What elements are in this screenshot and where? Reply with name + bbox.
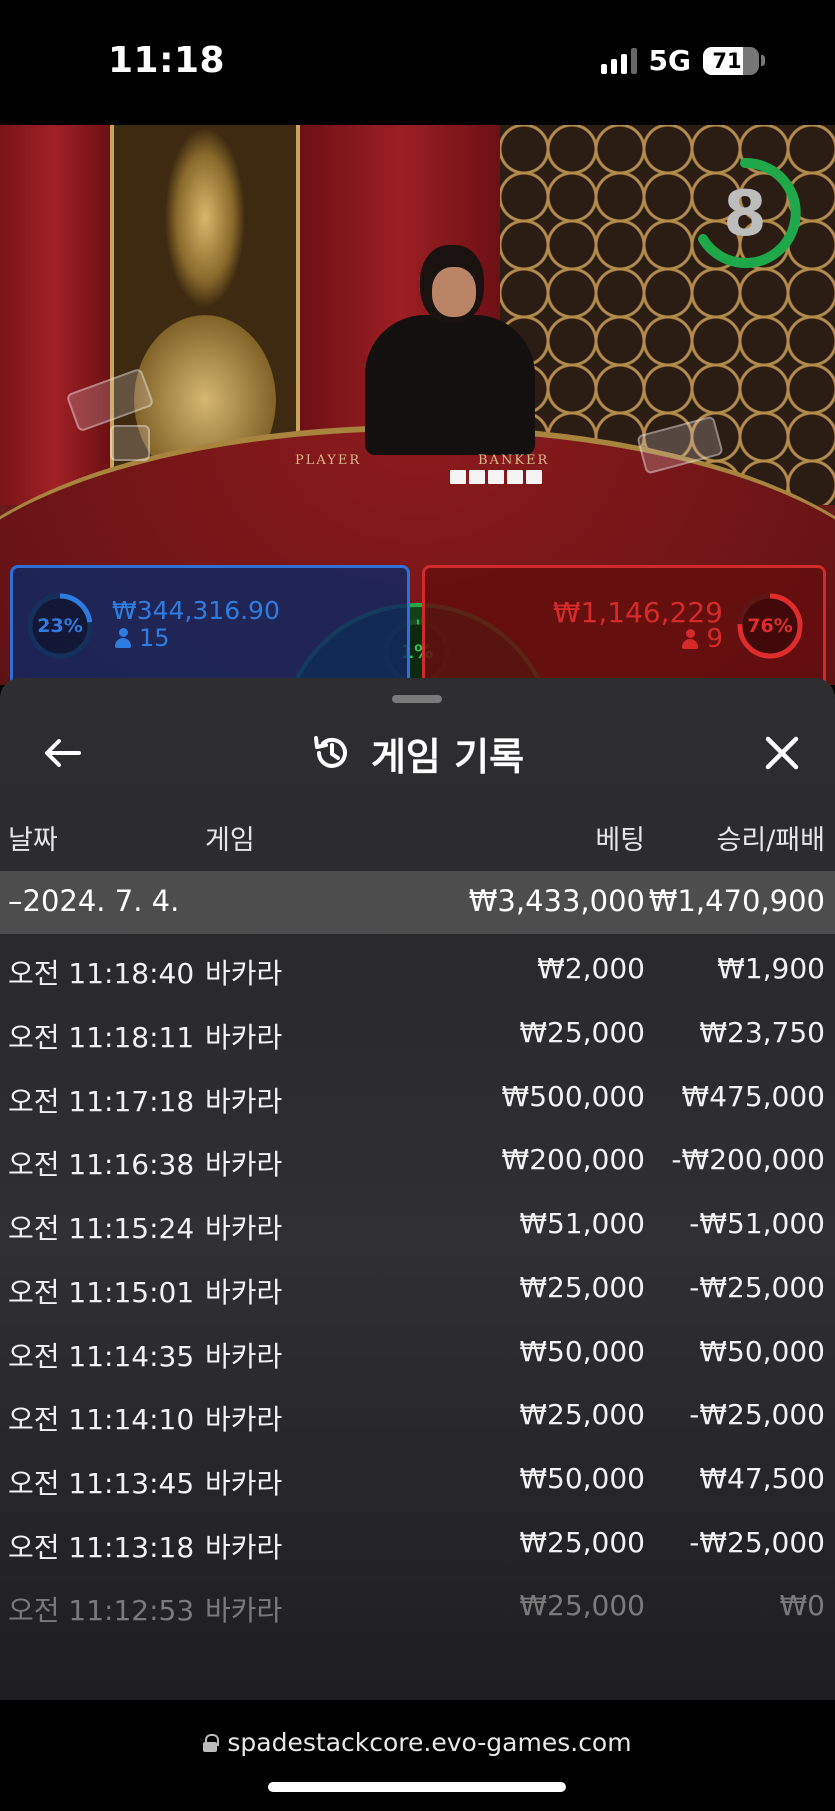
row-game: 바카라 [205, 1594, 283, 1627]
row-game: 바카라 [205, 957, 283, 990]
history-row[interactable]: 오전 11:14:35 바카라 ₩50,000 ₩50,000 [0, 1321, 835, 1384]
player-bettor-count: 15 [115, 624, 170, 652]
row-result: ₩23,750 [699, 1016, 825, 1049]
row-bet: ₩2,000 [537, 952, 645, 985]
history-row[interactable]: 오전 11:16:38 바카라 ₩200,000 -₩200,000 [0, 1129, 835, 1192]
banker-percent-ring: 76% [734, 590, 806, 662]
person-icon [115, 628, 131, 648]
status-bar: 11:18 5G 71 [0, 0, 835, 125]
row-game: 바카라 [205, 1212, 283, 1245]
row-bet: ₩50,000 [519, 1462, 645, 1495]
player-area-label: PLAYER [295, 453, 362, 468]
row-time: 오전 11:14:10 [8, 1403, 195, 1436]
row-result: -₩51,000 [689, 1207, 825, 1240]
row-result: -₩25,000 [689, 1526, 825, 1559]
history-row[interactable]: 오전 11:15:24 바카라 ₩51,000 -₩51,000 [0, 1193, 835, 1256]
banker-percent: 76% [747, 615, 793, 637]
history-row[interactable]: 오전 11:14:10 바카라 ₩25,000 -₩25,000 [0, 1384, 835, 1447]
battery-icon: 71 [703, 46, 759, 75]
row-bet: ₩25,000 [519, 1271, 645, 1304]
row-result: ₩47,500 [699, 1462, 825, 1495]
row-bet: ₩25,000 [519, 1016, 645, 1049]
player-bettors: 15 [139, 624, 170, 652]
dealer [365, 245, 535, 455]
row-time: 오전 11:18:40 [8, 957, 195, 990]
row-result: ₩1,900 [717, 952, 825, 985]
row-time: 오전 11:15:24 [8, 1212, 195, 1245]
history-row[interactable]: 오전 11:15:01 바카라 ₩25,000 -₩25,000 [0, 1257, 835, 1320]
history-row[interactable]: 오전 11:18:11 바카라 ₩25,000 ₩23,750 [0, 1002, 835, 1065]
history-clock-icon [313, 736, 347, 768]
home-indicator[interactable] [268, 1782, 566, 1792]
row-time: 오전 11:12:53 [8, 1594, 195, 1627]
browser-bottom-bar: spadestackcore.evo-games.com [0, 1700, 835, 1811]
column-header-game: 게임 [205, 825, 255, 856]
banker-area-label: BANKER [478, 453, 550, 468]
date-group-total-bet: ₩3,433,000 [468, 884, 645, 918]
sheet-title-text: 게임 기록 [370, 734, 525, 779]
row-bet: ₩25,000 [519, 1589, 645, 1622]
row-result: -₩200,000 [671, 1143, 825, 1176]
row-result: ₩50,000 [699, 1335, 825, 1368]
history-row[interactable]: 오전 11:13:18 바카라 ₩25,000 -₩25,000 [0, 1512, 835, 1575]
row-time: 오전 11:17:18 [8, 1085, 195, 1118]
player-bet-total: ₩344,316.90 [112, 596, 280, 625]
person-icon [682, 629, 699, 649]
cellular-signal-icon [600, 47, 637, 74]
row-result: ₩475,000 [681, 1080, 825, 1113]
column-header-result: 승리/패배 [716, 825, 825, 856]
row-bet: ₩51,000 [519, 1207, 645, 1240]
row-game: 바카라 [205, 1148, 283, 1181]
row-time: 오전 11:18:11 [8, 1021, 195, 1054]
sheet-title: 게임 기록 [0, 718, 835, 788]
date-group-label: –2024. 7. 4. [8, 884, 180, 918]
row-time: 오전 11:14:35 [8, 1340, 195, 1373]
history-row[interactable]: 오전 11:18:40 바카라 ₩2,000 ₩1,900 [0, 938, 835, 1001]
status-time: 11:18 [108, 40, 226, 81]
history-row[interactable]: 오전 11:17:18 바카라 ₩500,000 ₩475,000 [0, 1066, 835, 1129]
date-group-row[interactable]: –2024. 7. 4. ₩3,433,000 ₩1,470,900 [0, 871, 835, 934]
history-row[interactable]: 오전 11:13:45 바카라 ₩50,000 ₩47,500 [0, 1448, 835, 1511]
column-header-bet: 베팅 [595, 825, 645, 856]
row-game: 바카라 [205, 1021, 283, 1054]
close-button[interactable] [757, 728, 807, 778]
row-time: 오전 11:13:18 [8, 1531, 195, 1564]
status-indicators: 5G 71 [600, 44, 765, 77]
row-game: 바카라 [205, 1403, 283, 1436]
sheet-grabber[interactable] [392, 695, 442, 703]
battery-percent: 71 [712, 48, 742, 73]
row-bet: ₩500,000 [501, 1080, 645, 1113]
row-time: 오전 11:13:45 [8, 1467, 195, 1500]
row-game: 바카라 [205, 1467, 283, 1500]
countdown-value: 8 [723, 176, 767, 250]
row-game: 바카라 [205, 1531, 283, 1564]
row-time: 오전 11:16:38 [8, 1148, 195, 1181]
row-bet: ₩50,000 [519, 1335, 645, 1368]
history-row[interactable]: 오전 11:12:53 바카라 ₩25,000 ₩0 [0, 1575, 835, 1638]
column-header-date: 날짜 [8, 825, 58, 856]
row-bet: ₩25,000 [519, 1398, 645, 1431]
url-text: spadestackcore.evo-games.com [227, 1728, 632, 1757]
close-icon [765, 736, 799, 770]
banker-bettor-count: 9 [682, 624, 723, 654]
row-result: -₩25,000 [689, 1398, 825, 1431]
network-label: 5G [648, 44, 691, 77]
game-history-sheet: 게임 기록 날짜 게임 베팅 승리/패배 –2024. 7. 4. ₩3,433… [0, 678, 835, 1700]
banker-bettors: 9 [706, 624, 723, 654]
date-group-total-result: ₩1,470,900 [648, 884, 825, 918]
row-game: 바카라 [205, 1340, 283, 1373]
lock-icon [203, 1733, 220, 1752]
countdown-timer: 8 [685, 153, 805, 273]
row-time: 오전 11:15:01 [8, 1276, 195, 1309]
row-game: 바카라 [205, 1276, 283, 1309]
row-bet: ₩200,000 [501, 1143, 645, 1176]
dealt-cards [450, 470, 542, 484]
row-result: -₩25,000 [689, 1271, 825, 1304]
player-percent-ring: 23% [24, 590, 96, 662]
player-percent: 23% [37, 615, 83, 637]
url-field[interactable]: spadestackcore.evo-games.com [0, 1728, 835, 1757]
row-result: ₩0 [779, 1589, 826, 1622]
row-game: 바카라 [205, 1085, 283, 1118]
row-bet: ₩25,000 [519, 1526, 645, 1559]
